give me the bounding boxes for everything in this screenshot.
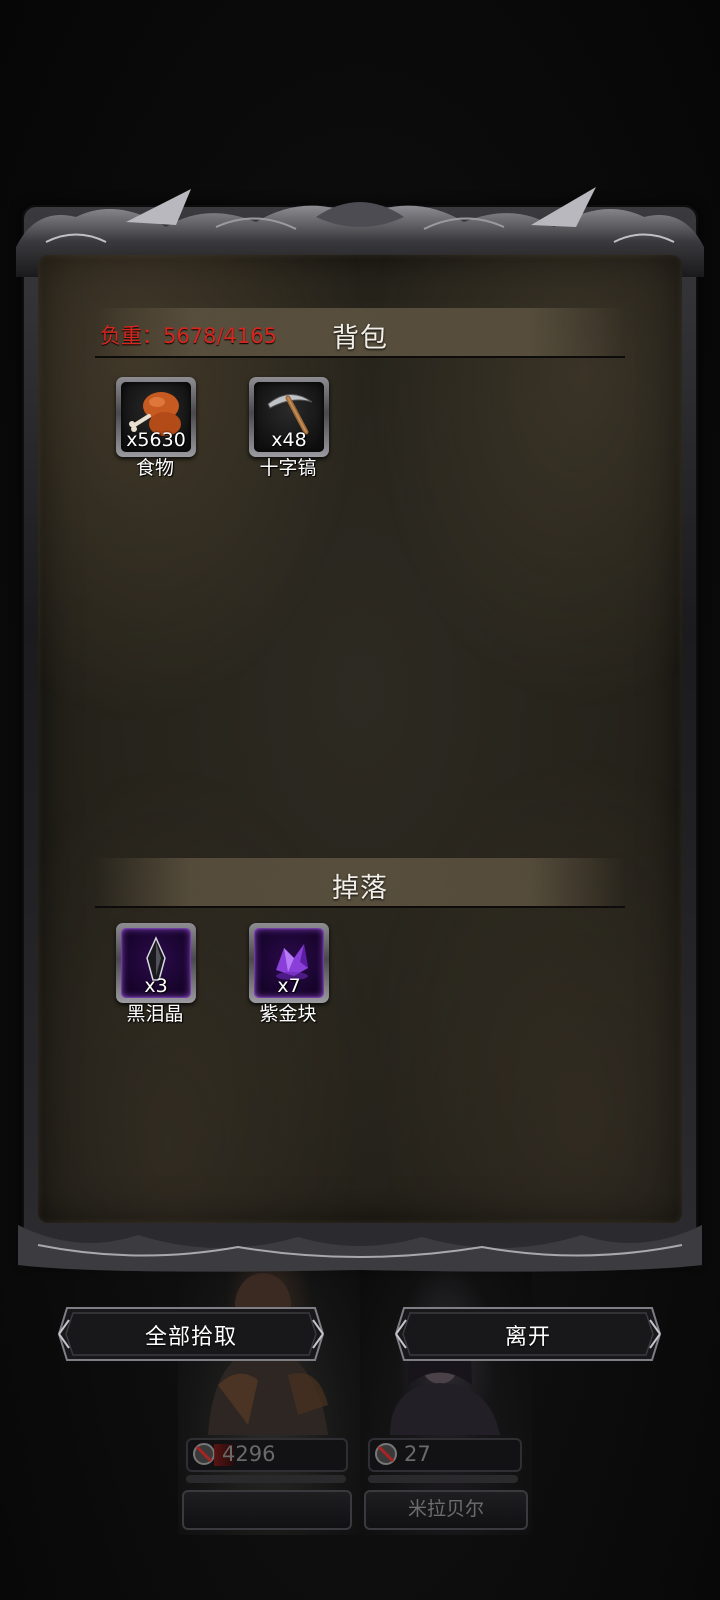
pickup-all-label: 全部拾取 (144, 1325, 237, 1350)
inventory-header: 负重：5678/4165 背包 (95, 308, 625, 358)
loot-panel (16, 187, 704, 1272)
no-entry-icon (193, 1443, 215, 1465)
item-quantity: x5630 (126, 429, 186, 451)
item-name: 十字镐 (259, 457, 317, 479)
party-member-1-hp-bar: 4296 (186, 1438, 348, 1472)
ornament-bottom (18, 1225, 702, 1272)
pickup-all-button[interactable]: 全部拾取 (57, 1304, 325, 1364)
party-member-2-sub-bar (368, 1475, 518, 1483)
item-quantity: x48 (271, 429, 307, 451)
inventory-title: 背包 (332, 323, 388, 354)
item-quantity: x7 (277, 975, 301, 997)
item-slot: x3 (116, 923, 196, 1003)
inventory-item-pickaxe[interactable]: x48 十字镐 (245, 377, 335, 487)
party-member-2-name-plate[interactable]: 米拉贝尔 (364, 1490, 528, 1530)
no-entry-icon (375, 1443, 397, 1465)
loot-screen: 4296 27 米拉贝尔 负重：5678/4165 背包 x5630 食物 x4… (0, 0, 720, 1600)
drop-item-black-tear-crystal[interactable]: x3 黑泪晶 (112, 923, 202, 1033)
item-slot: x7 (249, 923, 329, 1003)
party-member-2-hp-bar: 27 (368, 1438, 522, 1472)
item-quantity: x3 (144, 975, 168, 997)
item-slot: x48 (249, 377, 329, 457)
header-divider (95, 906, 625, 908)
drops-title: 掉落 (332, 873, 388, 904)
party-member-2-hp-value: 27 (404, 1442, 431, 1466)
item-name: 食物 (135, 457, 174, 479)
item-name: 黑泪晶 (126, 1003, 184, 1025)
item-name: 紫金块 (259, 1003, 317, 1025)
party-member-1-name-plate[interactable] (182, 1490, 352, 1530)
party-member-1-sub-bar (186, 1475, 346, 1483)
leave-button[interactable]: 离开 (394, 1304, 662, 1364)
party-member-1-hp-value: 4296 (222, 1442, 276, 1466)
header-divider (95, 356, 625, 358)
leave-label: 离开 (504, 1325, 551, 1350)
inventory-item-food[interactable]: x5630 食物 (112, 377, 202, 487)
drop-item-purple-gold-nugget[interactable]: x7 紫金块 (245, 923, 335, 1033)
drops-header: 掉落 (95, 858, 625, 908)
item-slot: x5630 (116, 377, 196, 457)
